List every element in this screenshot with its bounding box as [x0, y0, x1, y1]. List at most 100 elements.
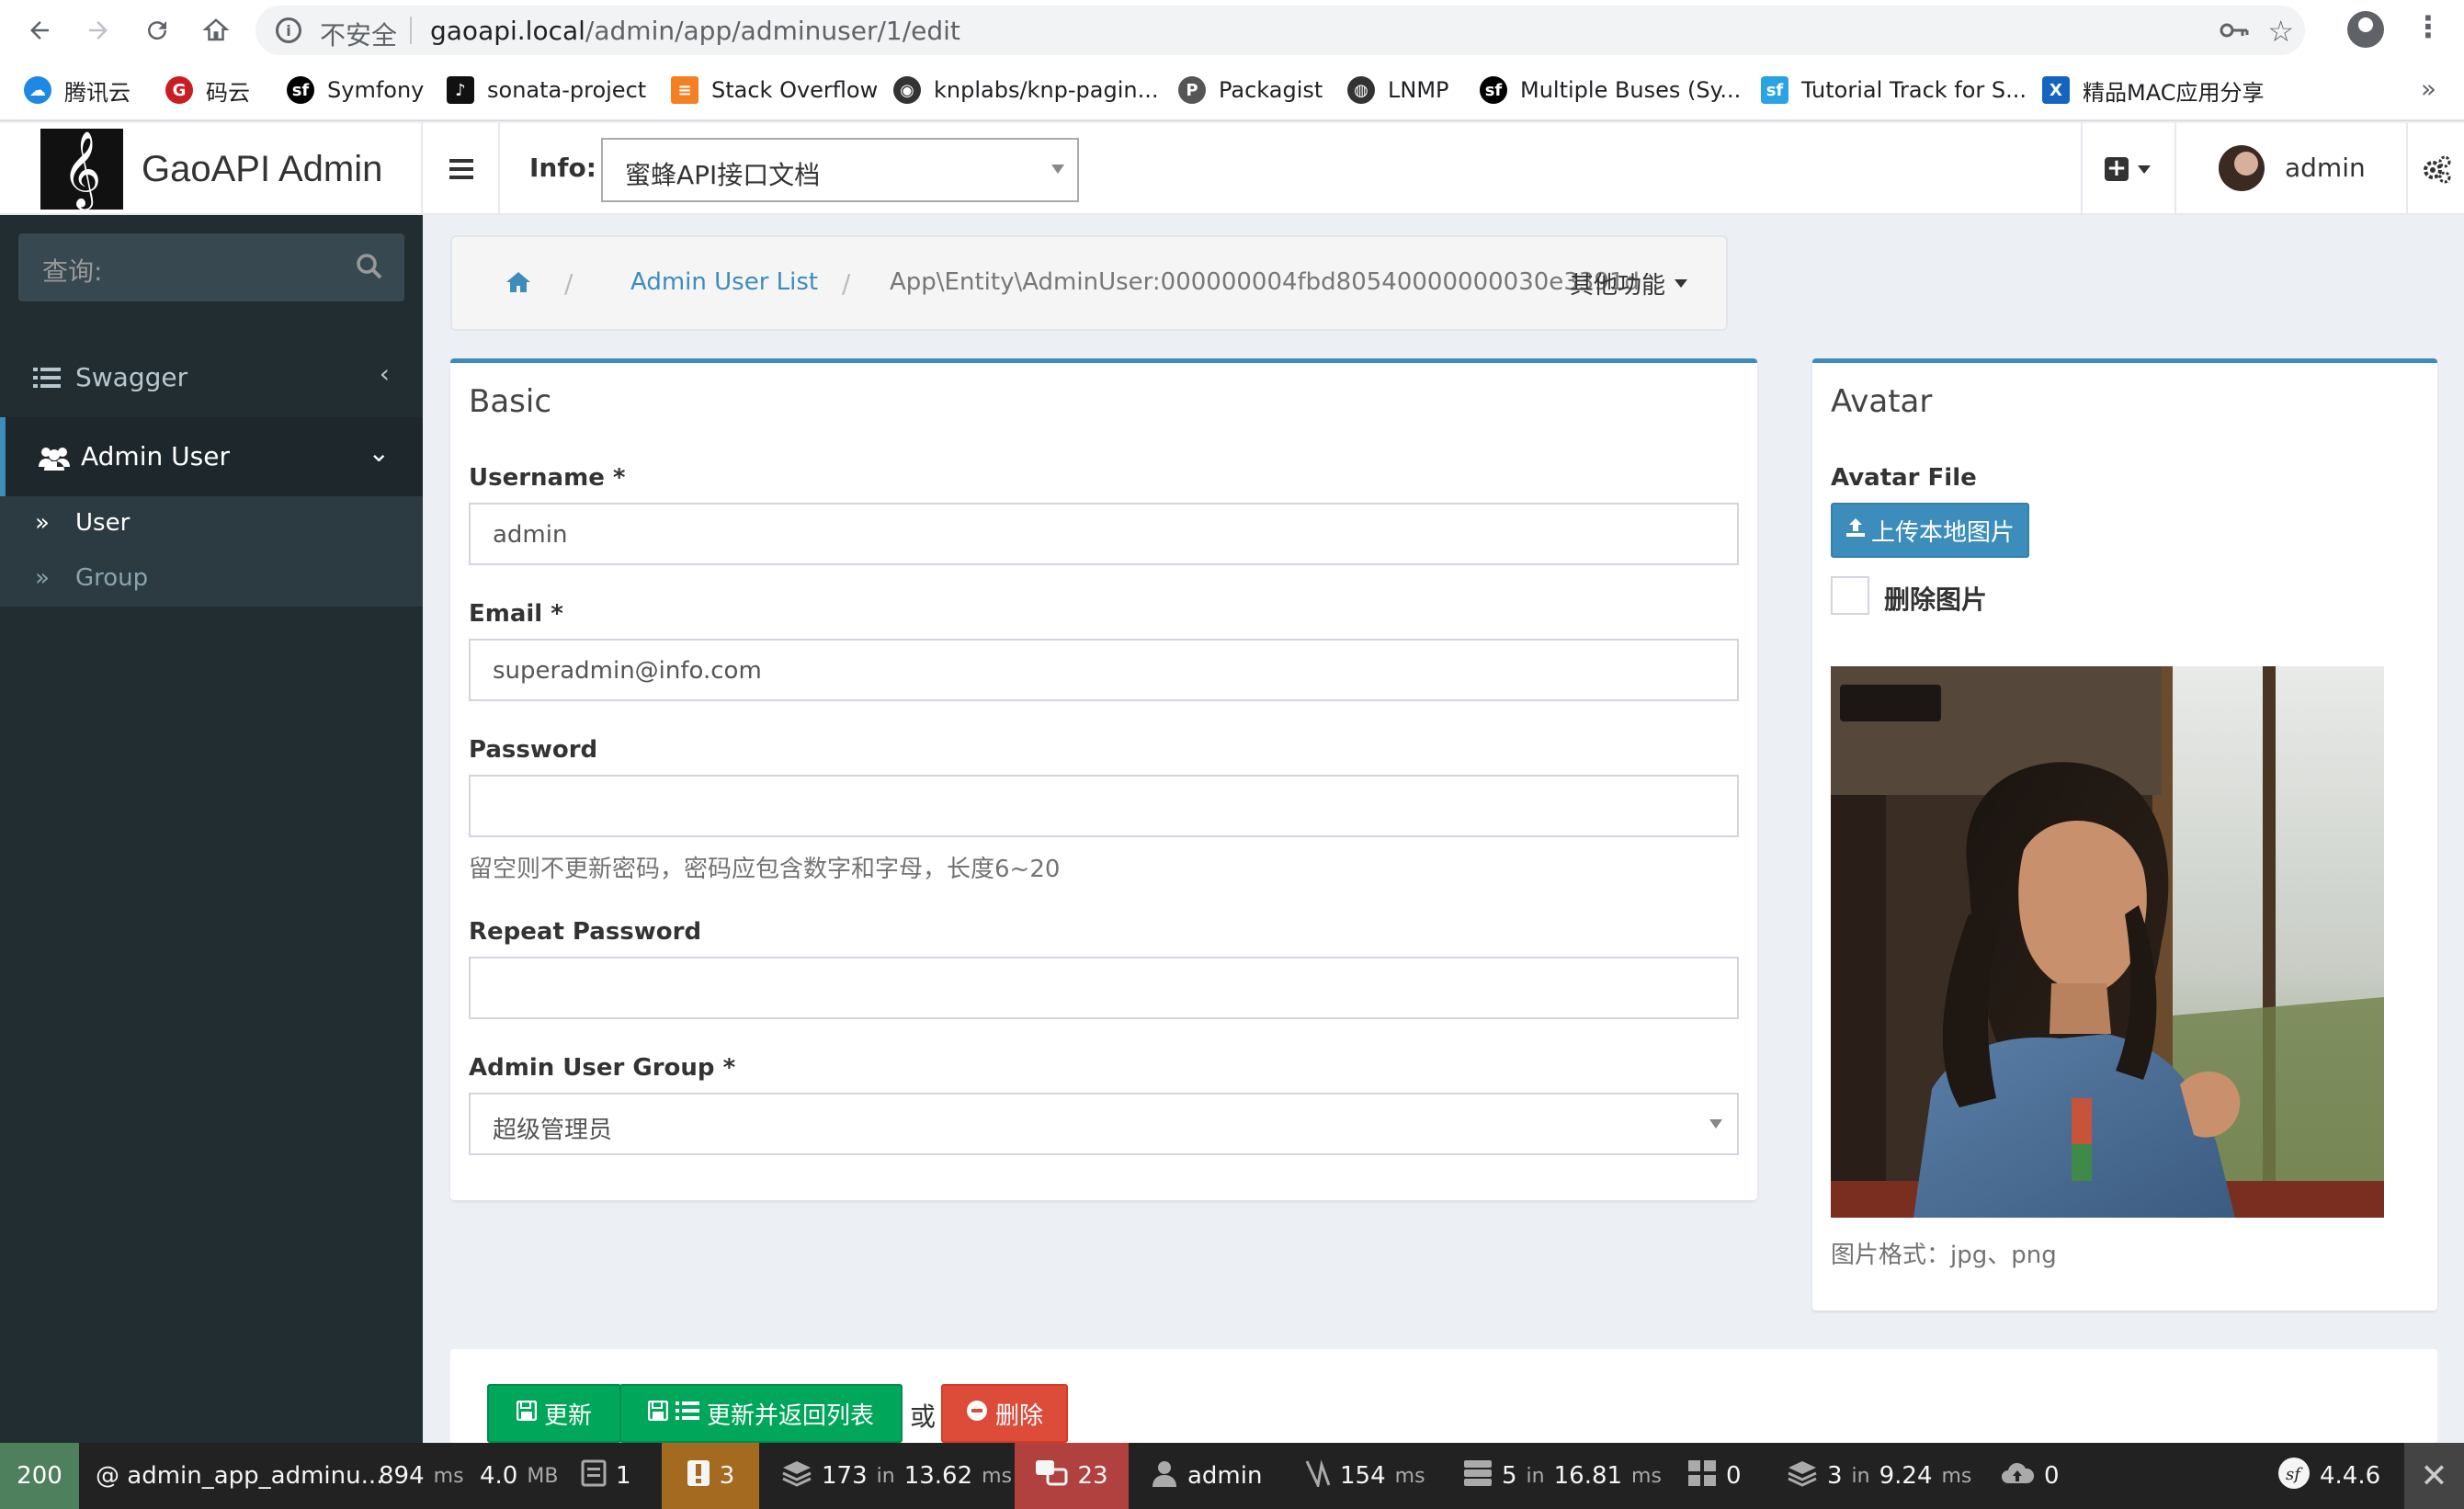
bookmark-item[interactable]: ≡ Stack Overflow [671, 72, 878, 108]
bookmark-label: 码云 [206, 79, 250, 106]
layers-icon [781, 1459, 812, 1493]
time-panel[interactable]: 894 ms [379, 1443, 464, 1509]
upload-label: 上传本地图片 [1870, 518, 2015, 547]
user-icon [1151, 1459, 1178, 1493]
caret-down-icon [1709, 1119, 1722, 1129]
back-icon[interactable] [18, 9, 61, 51]
bookmark-item[interactable]: G 码云 [165, 72, 250, 108]
logs-panel[interactable]: 3 [662, 1443, 759, 1509]
sidebar-item-swagger[interactable]: Swagger ‹ [0, 338, 423, 417]
sidebar-subitem-group[interactable]: » Group [0, 551, 423, 607]
db-panel[interactable]: 5 in 16.81 ms [1463, 1443, 1662, 1509]
cache-panel[interactable]: 173 in 13.62 ms [781, 1443, 1012, 1509]
update-button[interactable]: 更新 [487, 1384, 621, 1443]
bookmark-label: 精品MAC应用分享 [2083, 79, 2265, 106]
admin-user-group-label: Admin User Group * [469, 1054, 736, 1082]
sidebar-subitem-label: Group [75, 564, 149, 592]
info-select-value: 蜜蜂API接口文档 [625, 160, 821, 190]
save-icon [647, 1400, 669, 1427]
search-input[interactable]: 查询: [42, 252, 102, 289]
brand-name: GaoAPI Admin [142, 149, 383, 189]
forms-panel[interactable]: 1 [581, 1443, 631, 1509]
memory-panel[interactable]: 4.0 MB [480, 1443, 558, 1509]
password-field[interactable] [469, 775, 1739, 837]
symfony-version-panel[interactable]: sf 4.4.6 [2277, 1443, 2380, 1509]
reload-icon[interactable] [136, 9, 178, 51]
insecure-label: 不安全 [320, 20, 398, 51]
sidebar-item-label: Admin User [81, 441, 230, 471]
bookmark-item[interactable]: ◉ knplabs/knp-pagin... [893, 72, 1159, 108]
users-icon [39, 445, 70, 477]
profile-icon[interactable] [2347, 11, 2384, 48]
url-text[interactable]: gaoapi.local/admin/app/adminuser/1/edit [430, 16, 960, 46]
breadcrumb-link[interactable]: Admin User List [630, 268, 818, 296]
other-functions-dropdown[interactable]: 其他功能 [1570, 267, 1687, 301]
delete-image-label[interactable]: 删除图片 [1884, 580, 1987, 617]
twig-panel[interactable]: 0 [1687, 1443, 1742, 1509]
gitee-icon: G [165, 76, 193, 104]
email-label: Email * [469, 600, 563, 628]
panel-title: Avatar [1831, 383, 1933, 420]
hamburger-icon-bar [449, 176, 473, 179]
info-icon[interactable]: i [276, 17, 301, 43]
twig-count: 0 [1726, 1462, 1742, 1490]
admin-user-group-select[interactable]: 超级管理员 [469, 1093, 1739, 1155]
sidebar-item-admin-user[interactable]: Admin User ⌄ [0, 417, 423, 496]
sidebar-submenu: » User » Group [0, 496, 423, 607]
security-panel[interactable]: admin [1151, 1443, 1262, 1509]
doctrine-panel[interactable]: 3 in 9.24 ms [1787, 1443, 1971, 1509]
status-code-badge[interactable]: 200 [0, 1443, 79, 1509]
forward-icon[interactable] [77, 9, 119, 51]
delete-image-checkbox[interactable] [1831, 576, 1869, 615]
username-field[interactable]: admin [469, 503, 1739, 565]
bookmark-star-icon[interactable]: ☆ [2267, 14, 2294, 49]
caret-down-icon [1675, 279, 1687, 288]
upload-icon [1845, 516, 1866, 544]
browser-menu-icon[interactable]: ⋮ [2413, 9, 2443, 44]
other-functions-label: 其他功能 [1569, 272, 1665, 300]
bookmark-item[interactable]: sf Symfony [287, 72, 424, 108]
repeat-password-field[interactable] [469, 957, 1739, 1019]
update-and-list-button[interactable]: 更新并返回列表 [619, 1384, 903, 1443]
grid-icon [1687, 1459, 1717, 1493]
bookmark-label: 腾讯云 [64, 79, 131, 106]
gears-icon[interactable] [2406, 123, 2464, 215]
search-icon[interactable] [355, 252, 384, 288]
brand[interactable]: 𝄞 GaoAPI Admin [0, 123, 423, 215]
home-icon[interactable] [195, 9, 237, 51]
sidebar-subitem-user[interactable]: » User [0, 496, 423, 551]
bookmark-item[interactable]: ◍ LNMP [1347, 72, 1449, 108]
avatar-file-label: Avatar File [1831, 464, 1977, 492]
info-select[interactable]: 蜜蜂API接口文档 [601, 138, 1079, 202]
route-panel[interactable]: @ admin_app_adminu... [96, 1443, 383, 1509]
bookmark-item[interactable]: P Packagist [1178, 72, 1323, 108]
sidebar-search[interactable]: 查询: [18, 233, 404, 301]
address-bar[interactable]: i 不安全 gaoapi.local/admin/app/adminuser/1… [255, 6, 2305, 55]
bookmark-label: Symfony [327, 77, 425, 103]
breadcrumb-current: App\Entity\AdminUser:000000004fbd8054000… [890, 268, 1640, 296]
cache-unit: ms [982, 1464, 1013, 1488]
email-field[interactable]: superadmin@info.com [469, 639, 1739, 701]
status-code: 200 [17, 1462, 62, 1490]
bookmark-item[interactable]: X 精品MAC应用分享 [2042, 72, 2264, 108]
add-menu-button[interactable]: + [2081, 123, 2173, 215]
close-toolbar-icon[interactable]: ✕ [2404, 1443, 2464, 1509]
plus-square-icon: + [2105, 156, 2129, 181]
bookmark-item[interactable]: sf Multiple Buses (Sy... [1480, 72, 1741, 108]
key-icon[interactable] [2219, 17, 2250, 51]
home-icon[interactable] [505, 270, 531, 301]
delete-button[interactable]: 删除 [941, 1384, 1068, 1443]
bookmark-item[interactable]: ☁ 腾讯云 [24, 72, 131, 108]
list-icon [675, 1400, 699, 1427]
user-menu[interactable]: admin [2174, 123, 2404, 215]
bookmark-item[interactable]: ♪ sonata-project [447, 72, 646, 108]
delete-label: 删除 [994, 1401, 1043, 1430]
sidebar-toggle-button[interactable] [425, 123, 500, 215]
stackoverflow-icon: ≡ [671, 76, 698, 104]
translation-panel[interactable]: 23 [1015, 1443, 1129, 1509]
bookmark-item[interactable]: sf Tutorial Track for S... [1761, 72, 2027, 108]
events-panel[interactable]: 154 ms [1305, 1443, 1425, 1509]
http-client-panel[interactable]: 0 [2000, 1443, 2060, 1509]
upload-image-button[interactable]: 上传本地图片 [1831, 503, 2029, 558]
more-bookmarks-icon[interactable]: » [2421, 74, 2436, 104]
